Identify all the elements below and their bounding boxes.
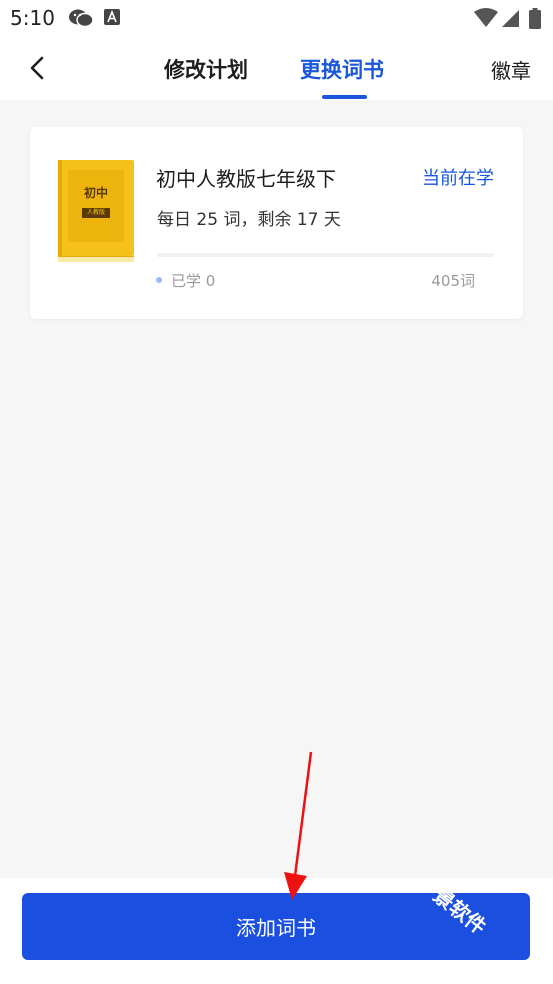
tab-change-book[interactable]: 更换词书 xyxy=(300,54,384,84)
book-cover-title: 初中 xyxy=(83,186,108,200)
battery-icon xyxy=(529,8,541,29)
book-cover-tag: 人教版 xyxy=(82,208,110,218)
total-words: 405词 xyxy=(431,272,475,290)
tab-modify-plan[interactable]: 修改计划 xyxy=(164,54,248,84)
current-study-status: 当前在学 xyxy=(422,168,494,189)
book-title: 初中人教版七年级下 xyxy=(156,167,336,191)
current-book-card[interactable]: 初中 人教版 初中人教版七年级下 当前在学 每日 25 词，剩余 17 天 已学… xyxy=(30,127,523,319)
status-time: 5:10 xyxy=(10,6,55,30)
red-arrow-annotation xyxy=(284,751,313,900)
wechat-icon xyxy=(69,9,94,28)
book-cover-spine xyxy=(58,160,62,256)
signal-icon xyxy=(502,10,519,27)
status-bar: 5:10 xyxy=(0,0,553,38)
back-arrow-icon[interactable] xyxy=(22,50,56,86)
active-tab-indicator xyxy=(322,95,367,99)
book-cover-panel: 初中 人教版 xyxy=(68,170,124,242)
font-icon xyxy=(104,9,120,25)
book-cover: 初中 人教版 xyxy=(58,160,134,262)
book-cover-pages xyxy=(58,256,134,262)
top-navigation: 修改计划 更换词书 徽章 xyxy=(0,38,553,100)
badges-link[interactable]: 徽章 xyxy=(491,55,531,84)
learned-dot-icon xyxy=(156,277,162,283)
wifi-icon xyxy=(474,8,498,27)
progress-bar xyxy=(157,253,494,257)
study-plan-text: 每日 25 词，剩余 17 天 xyxy=(157,210,341,230)
learned-count: 已学 0 xyxy=(171,272,216,290)
